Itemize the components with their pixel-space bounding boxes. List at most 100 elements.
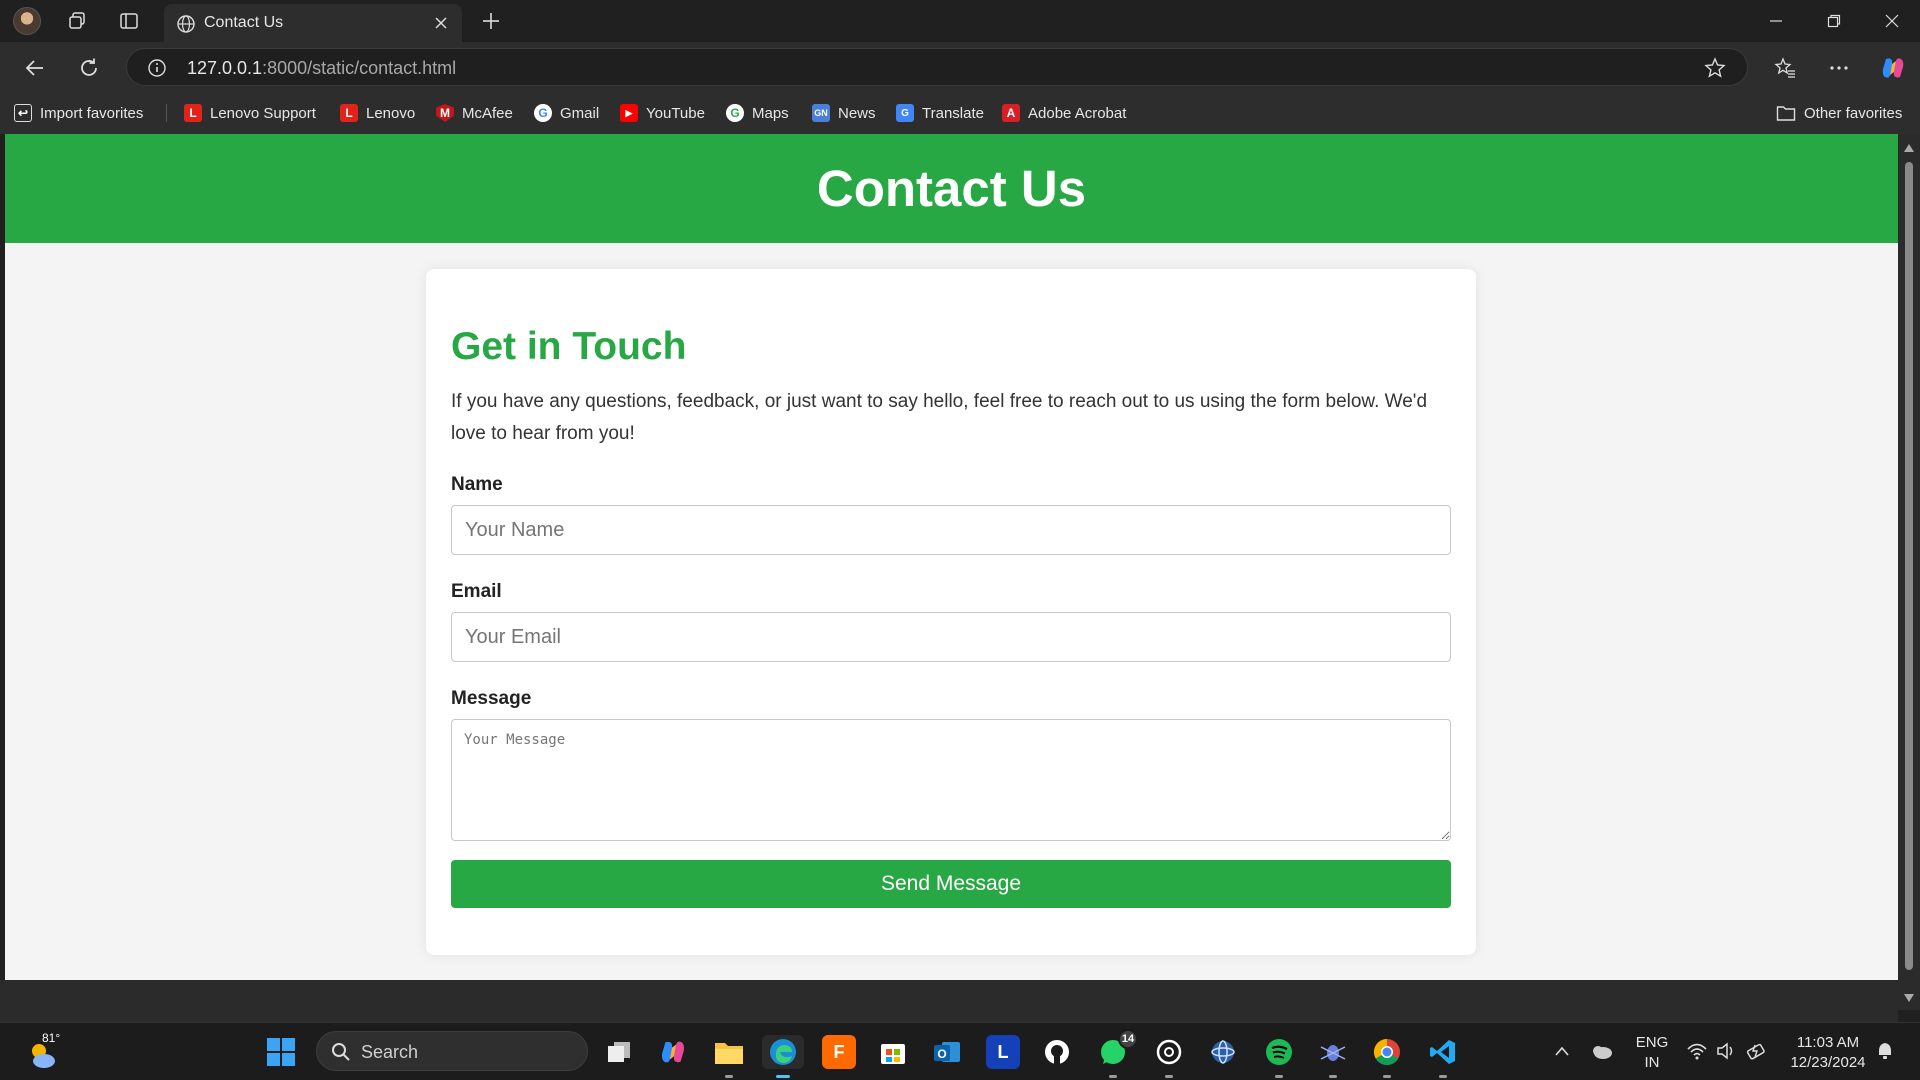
- network-globe-icon: [1211, 1040, 1235, 1064]
- weather-widget[interactable]: 81°: [24, 1031, 64, 1071]
- volume-icon[interactable]: [1716, 1041, 1738, 1061]
- send-message-button[interactable]: Send Message: [451, 860, 1451, 908]
- acrobat-icon: A: [1002, 104, 1020, 122]
- folder-icon: [1776, 106, 1796, 121]
- favorites-separator: [166, 104, 167, 122]
- taskbar-app-bug[interactable]: [1316, 1035, 1350, 1078]
- profile-avatar[interactable]: [12, 6, 42, 36]
- wifi-icon[interactable]: [1686, 1041, 1708, 1061]
- taskbar-vscode[interactable]: [1426, 1035, 1460, 1078]
- scroll-down-icon[interactable]: [1904, 994, 1914, 1002]
- google-icon: G: [534, 104, 552, 122]
- restore-icon: [1827, 14, 1841, 28]
- arrow-left-icon: [25, 60, 43, 76]
- import-icon: ↩: [14, 104, 32, 122]
- globe-icon: [177, 15, 195, 33]
- vertical-tabs-icon[interactable]: [114, 6, 144, 36]
- close-tab-icon[interactable]: [430, 12, 452, 34]
- chevron-up-icon[interactable]: [1554, 1045, 1570, 1057]
- favorite-maps[interactable]: G Maps: [726, 102, 789, 124]
- address-bar[interactable]: 127.0.0.1:8000/static/contact.html: [126, 48, 1748, 86]
- spotify-icon: [1266, 1039, 1292, 1065]
- favorite-import[interactable]: ↩ Import favorites: [14, 102, 143, 124]
- onedrive-icon[interactable]: [1590, 1041, 1614, 1061]
- favorites-button[interactable]: [1768, 51, 1802, 85]
- taskbar-copilot[interactable]: [656, 1035, 690, 1069]
- favorite-mcafee[interactable]: M McAfee: [436, 102, 513, 124]
- favorite-lenovo[interactable]: L Lenovo: [340, 102, 415, 124]
- language-indicator[interactable]: ENG IN: [1632, 1033, 1672, 1073]
- running-indicator: [1383, 1075, 1391, 1078]
- running-indicator: [1165, 1075, 1173, 1078]
- email-label: Email: [451, 581, 502, 602]
- tab-contact-us[interactable]: Contact Us: [164, 4, 462, 42]
- taskbar-whatsapp[interactable]: 14: [1096, 1029, 1138, 1078]
- more-options-button[interactable]: [1822, 51, 1856, 85]
- windows-taskbar: 81° Search F O L 14 ENG IN 11:03 AM 12/2…: [0, 1022, 1920, 1080]
- page-viewport: Contact Us Get in Touch If you have any …: [5, 134, 1898, 980]
- info-icon[interactable]: [147, 58, 167, 78]
- favorite-translate[interactable]: G Translate: [896, 102, 984, 124]
- svg-text:O: O: [937, 1047, 946, 1061]
- store-icon: [881, 1044, 905, 1064]
- message-textarea[interactable]: [451, 719, 1451, 841]
- chatgpt-icon: [1156, 1039, 1182, 1065]
- taskbar-app-l[interactable]: L: [986, 1035, 1020, 1069]
- clock-time: 11:03 AM: [1796, 1034, 1860, 1051]
- favorite-lenovo-support[interactable]: L Lenovo Support: [184, 102, 316, 124]
- name-input[interactable]: [451, 505, 1451, 555]
- url-text: 127.0.0.1:8000/static/contact.html: [187, 58, 457, 78]
- taskbar-file-explorer[interactable]: [712, 1035, 746, 1078]
- clock[interactable]: 11:03 AM 12/23/2024: [1780, 1033, 1876, 1073]
- edge-icon: [770, 1039, 796, 1065]
- taskbar-search[interactable]: Search: [316, 1031, 588, 1071]
- favorite-youtube[interactable]: ▶ YouTube: [620, 102, 705, 124]
- taskbar-outlook[interactable]: O: [930, 1035, 964, 1069]
- favorite-gmail[interactable]: G Gmail: [534, 102, 599, 124]
- search-icon: [332, 1043, 350, 1061]
- new-tab-icon[interactable]: [476, 6, 506, 36]
- taskbar-spotify[interactable]: [1262, 1035, 1296, 1078]
- browser-toolbar: 127.0.0.1:8000/static/contact.html: [0, 42, 1920, 92]
- search-label: Search: [361, 1042, 419, 1062]
- scroll-up-icon[interactable]: [1904, 144, 1914, 152]
- task-view-button[interactable]: [602, 1035, 636, 1069]
- taskbar-edge[interactable]: [762, 1035, 804, 1078]
- page-scrollbar[interactable]: [1898, 134, 1920, 1010]
- taskbar-chrome[interactable]: [1370, 1035, 1404, 1078]
- taskbar-github[interactable]: [1040, 1035, 1074, 1069]
- refresh-button[interactable]: [72, 51, 106, 85]
- running-indicator: [725, 1075, 733, 1078]
- translate-icon: G: [896, 104, 914, 122]
- scrollbar-thumb[interactable]: [1905, 162, 1913, 970]
- outlook-icon: O: [934, 1042, 960, 1062]
- favorite-news[interactable]: GN News: [812, 102, 876, 124]
- running-indicator: [1109, 1075, 1117, 1078]
- notifications-bell-icon[interactable]: [1876, 1041, 1894, 1061]
- task-view-icon: [608, 1042, 630, 1062]
- taskbar-store[interactable]: [876, 1035, 910, 1069]
- star-icon[interactable]: [1703, 56, 1727, 80]
- avatar-icon: [13, 7, 41, 35]
- workspaces-icon[interactable]: [62, 6, 92, 36]
- taskbar-app-f[interactable]: F: [822, 1035, 856, 1069]
- close-window-button[interactable]: [1864, 0, 1920, 42]
- minimize-icon: [1770, 20, 1782, 22]
- minimize-button[interactable]: [1748, 0, 1804, 42]
- taskbar-app-globe[interactable]: [1206, 1035, 1240, 1069]
- tab-title: Contact Us: [204, 14, 284, 31]
- copilot-button[interactable]: [1876, 51, 1910, 85]
- taskbar-chatgpt[interactable]: [1152, 1035, 1186, 1078]
- restore-button[interactable]: [1806, 0, 1862, 42]
- notification-badge: 14: [1118, 1029, 1138, 1049]
- favorite-adobe-acrobat[interactable]: A Adobe Acrobat: [1002, 102, 1126, 124]
- running-indicator: [1275, 1075, 1283, 1078]
- battery-charging-icon[interactable]: [1746, 1041, 1768, 1061]
- ellipsis-icon: [1830, 66, 1848, 70]
- google-icon: G: [726, 104, 744, 122]
- back-button[interactable]: [18, 51, 52, 85]
- start-button[interactable]: [264, 1035, 298, 1069]
- email-input[interactable]: [451, 612, 1451, 662]
- favorite-other-folder[interactable]: Other favorites: [1776, 102, 1902, 124]
- clock-date: 12/23/2024: [1790, 1054, 1866, 1071]
